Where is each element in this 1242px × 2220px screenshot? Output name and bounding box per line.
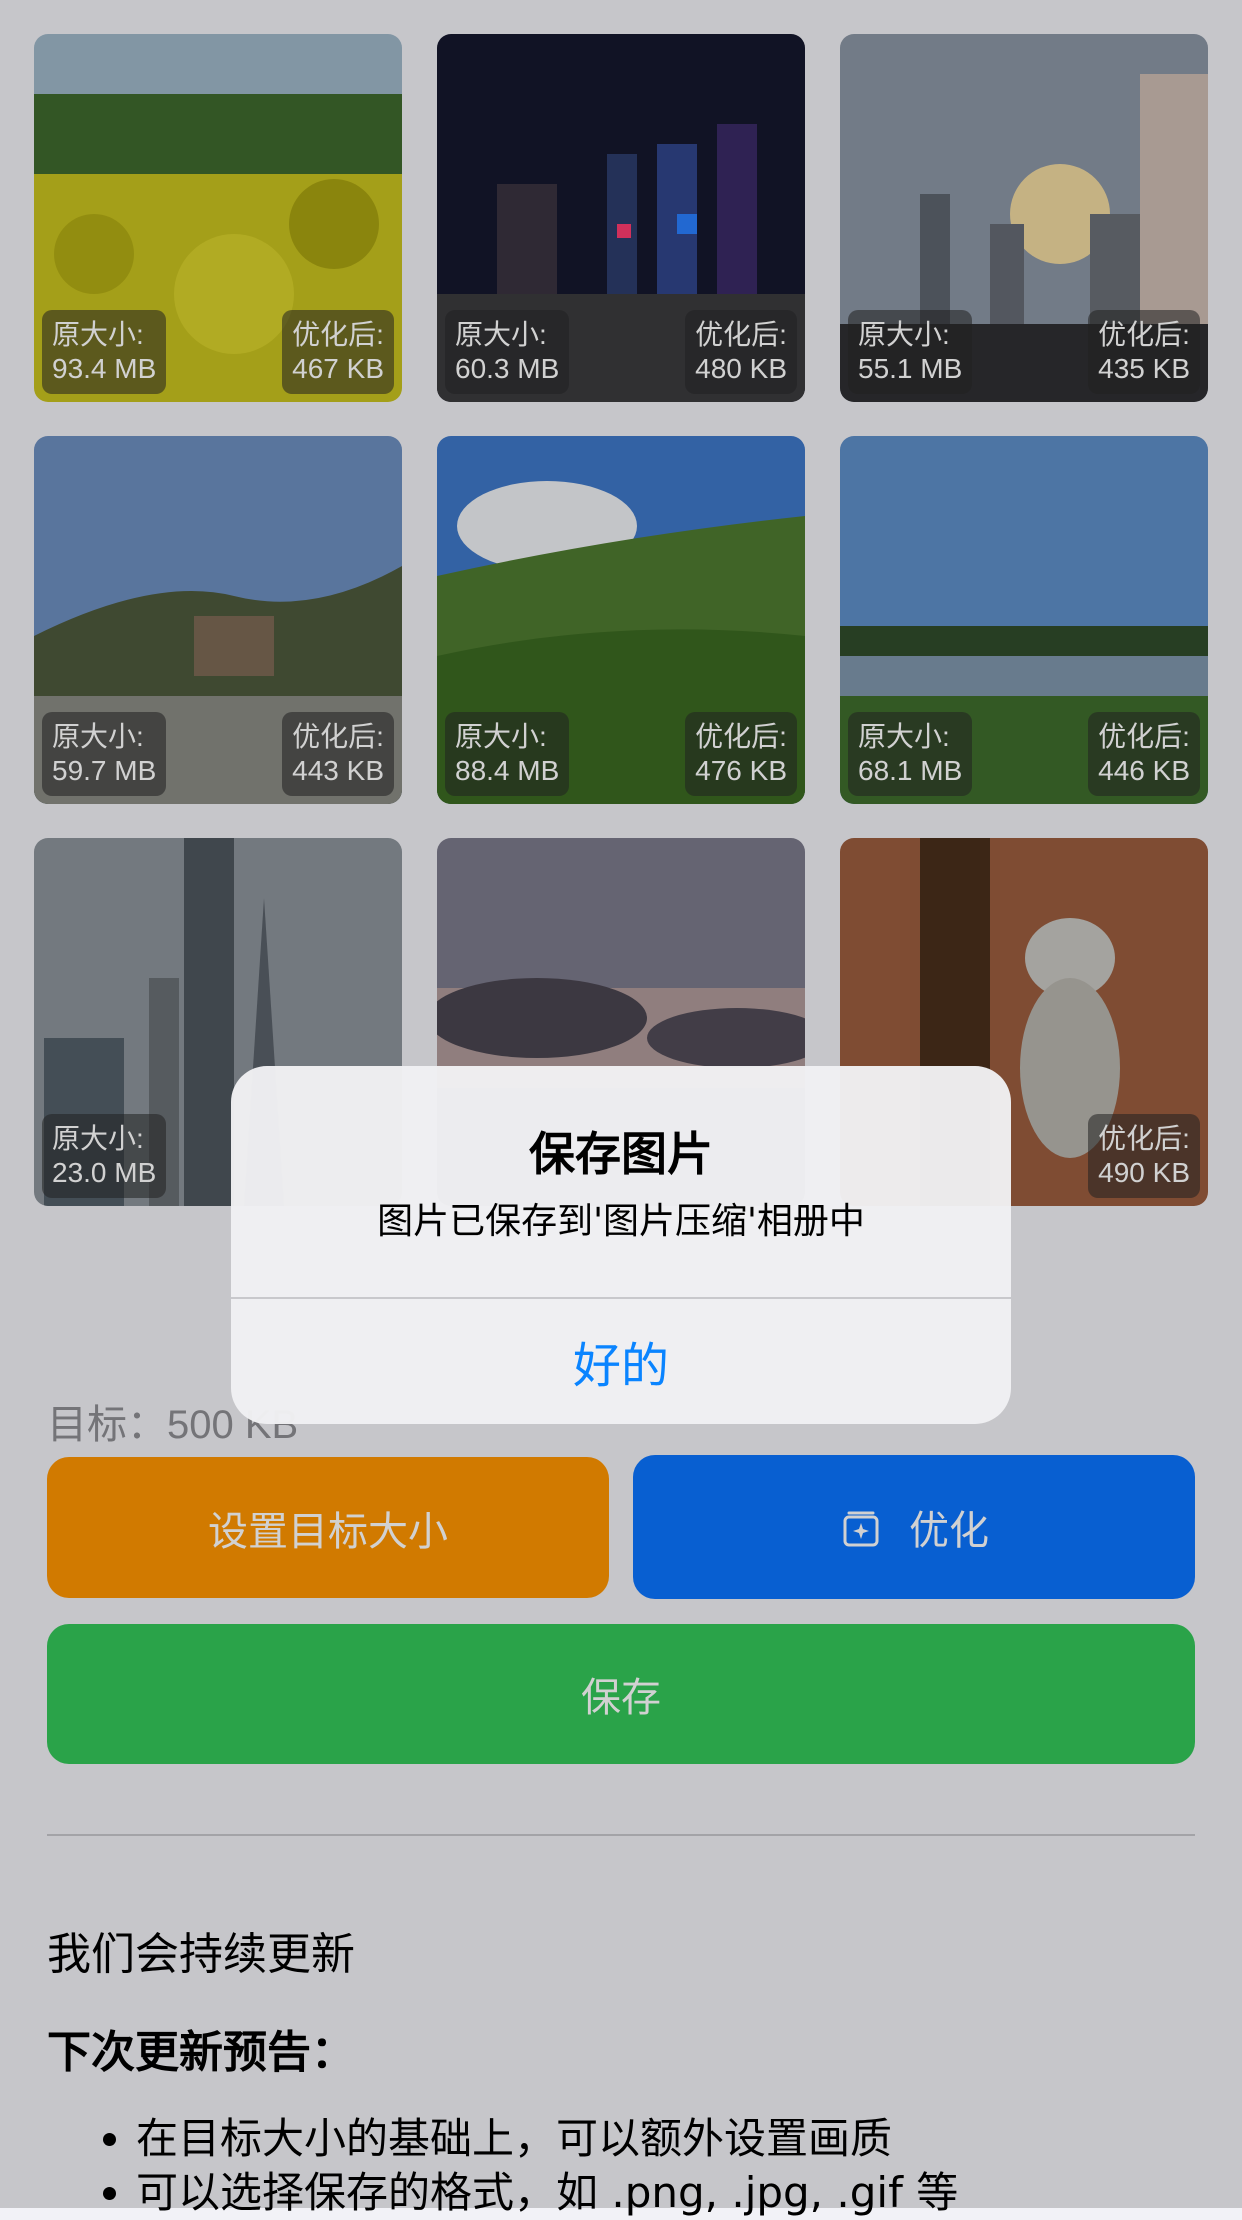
alert-ok-button[interactable]: 好的 bbox=[231, 1298, 1011, 1424]
alert-message: 图片已保存到'图片压缩'相册中 bbox=[377, 1201, 865, 1242]
save-alert-dialog: 保存图片 图片已保存到'图片压缩'相册中 好的 bbox=[231, 1066, 1011, 1424]
alert-title: 保存图片 bbox=[529, 1127, 713, 1181]
